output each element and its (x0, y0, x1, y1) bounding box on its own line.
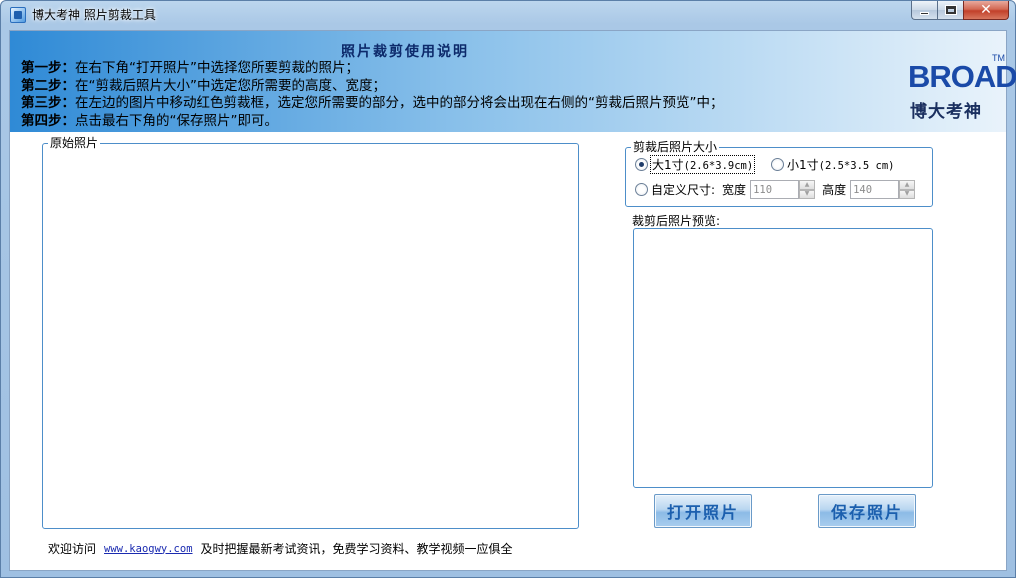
radio-small-label: 小1寸(2.5*3.5 cm) (787, 158, 895, 172)
brand-chinese-name: 博大考神 (910, 102, 982, 122)
width-increment-button[interactable]: ▲ (799, 180, 816, 190)
minimize-icon (920, 11, 929, 15)
steps-list: 第一步：在右下角“打开照片”中选择您所要剪裁的照片； 第二步：在“剪裁后照片大小… (21, 60, 921, 130)
height-input[interactable]: 140 (850, 180, 900, 199)
radio-custom-label: 自定义尺寸: (651, 183, 716, 197)
website-link[interactable]: www.kaogwy.com (104, 543, 193, 555)
step-4: 第四步：点击最右下角的“保存照片”即可。 (21, 112, 278, 129)
trademark-mark: TM (992, 53, 1005, 63)
window-title: 博大考神 照片剪裁工具 (32, 8, 156, 22)
width-label: 宽度 (722, 183, 747, 197)
app-icon[interactable] (10, 7, 26, 23)
banner-title: 照片裁剪使用说明 (341, 44, 469, 60)
crop-size-legend: 剪裁后照片大小 (631, 140, 720, 154)
width-decrement-button[interactable]: ▼ (799, 189, 816, 199)
footer: 欢迎访问 www.kaogwy.com 及时把握最新考试资讯，免费学习资料、教学… (48, 540, 513, 557)
step-3: 第三步：在左边的图片中移动红色剪裁框，选定您所需要的部分，选中的部分将会出现在右… (21, 95, 724, 111)
original-photo-legend: 原始照片 (48, 136, 101, 150)
minimize-button[interactable] (911, 1, 937, 20)
instructions-banner: 照片裁剪使用说明 第一步：在右下角“打开照片”中选择您所要剪裁的照片； 第二步：… (10, 31, 1016, 132)
client-area: 照片裁剪使用说明 第一步：在右下角“打开照片”中选择您所要剪裁的照片； 第二步：… (9, 30, 1016, 571)
brand-wordmark: BROAD (908, 59, 1016, 94)
caption-buttons: ✕ (911, 1, 1009, 21)
preview-label: 裁剪后照片预览: (632, 214, 721, 228)
width-input[interactable]: 110 (750, 180, 800, 199)
step-1: 第一步：在右下角“打开照片”中选择您所要剪裁的照片； (21, 60, 359, 76)
radio-small-indicator[interactable] (771, 158, 784, 171)
brand-logo: BROAD TM 博大考神 (908, 53, 1016, 123)
height-increment-button[interactable]: ▲ (899, 180, 916, 190)
close-button[interactable]: ✕ (963, 1, 1009, 20)
footer-tagline: 及时把握最新考试资讯，免费学习资料、教学视频一应俱全 (200, 542, 513, 556)
radio-small-size[interactable]: 小1寸(2.5*3.5 cm) (771, 156, 895, 173)
footer-prefix: 欢迎访问 (48, 542, 97, 556)
app-window: 博大考神 照片剪裁工具 ✕ 照片裁剪使用说明 第一步：在右下角“打开照片”中选择… (0, 0, 1016, 578)
maximize-icon (944, 5, 957, 15)
radio-custom-size[interactable]: 自定义尺寸: 宽度 110 ▲ ▼ 高度 140 ▲ ▼ (635, 180, 916, 199)
close-icon: ✕ (980, 2, 992, 18)
height-decrement-button[interactable]: ▼ (899, 189, 916, 199)
crop-size-group: 剪裁后照片大小 大1寸(2.6*3.9cm) 小1寸(2.5*3.5 cm) 自… (625, 140, 933, 207)
width-spinner: 110 ▲ ▼ (750, 180, 816, 199)
radio-large-label: 大1寸(2.6*3.9cm) (649, 155, 756, 174)
crop-preview-panel (633, 228, 933, 488)
radio-large-size[interactable]: 大1寸(2.6*3.9cm) (635, 155, 756, 174)
radio-custom-indicator[interactable] (635, 183, 648, 196)
title-bar[interactable]: 博大考神 照片剪裁工具 ✕ (1, 1, 1015, 29)
radio-large-indicator[interactable] (635, 158, 648, 171)
save-photo-button[interactable]: 保存照片 (818, 494, 916, 528)
maximize-button[interactable] (937, 1, 963, 20)
open-photo-button[interactable]: 打开照片 (654, 494, 752, 528)
step-2: 第二步：在“剪裁后照片大小”中选定您所需要的高度、宽度； (21, 77, 386, 94)
height-spinner: 140 ▲ ▼ (850, 180, 916, 199)
height-label: 高度 (822, 183, 847, 197)
original-photo-panel[interactable]: 原始照片 (42, 136, 579, 529)
